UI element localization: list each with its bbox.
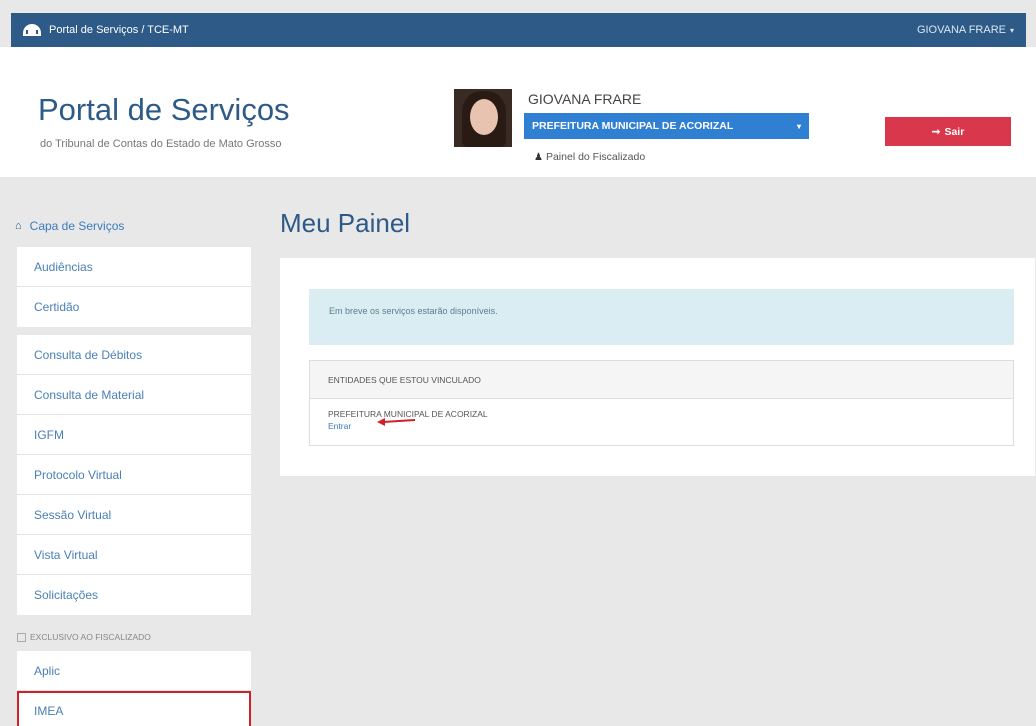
sidebar-item-label: Certidão	[34, 300, 80, 314]
sidebar-item-igfm[interactable]: IGFM	[17, 415, 251, 455]
entity-select-value: PREFEITURA MUNICIPAL DE ACORIZAL	[532, 120, 734, 132]
sidebar-item-label: Consulta de Material	[34, 387, 145, 402]
sidebar-item-label: Sessão Virtual	[34, 507, 112, 522]
menu-group-1: Audiências Certidão	[17, 247, 251, 327]
list-box-icon	[17, 632, 26, 642]
entities-table: ENTIDADES QUE ESTOU VINCULADO PREFEITURA…	[309, 360, 1014, 446]
info-alert: Em breve os serviços estarão disponíveis…	[309, 289, 1014, 345]
building-logo-icon	[23, 24, 41, 36]
user-menu-name: GIOVANA FRARE	[916, 24, 1006, 36]
brand-title: Portal de Serviços	[38, 92, 290, 127]
entities-header: ENTIDADES QUE ESTOU VINCULADO	[310, 361, 1013, 399]
page-title: Meu Painel	[280, 208, 411, 238]
capa-label: Capa de Serviços	[29, 219, 125, 233]
sidebar: ⌂ Capa de Serviços Audiências Certidão C…	[15, 205, 251, 726]
sidebar-item-aplic[interactable]: Aplic	[17, 651, 251, 691]
painel-fiscalizado-link[interactable]: ♟ Painel do Fiscalizado	[534, 151, 645, 163]
user-name: GIOVANA FRARE	[528, 91, 642, 107]
sidebar-item-label: IGFM	[34, 427, 64, 442]
sidebar-item-solicitacoes[interactable]: Solicitações	[17, 575, 251, 615]
sidebar-item-certidao[interactable]: Certidão	[17, 287, 251, 327]
sidebar-item-label: Aplic	[34, 663, 61, 678]
brand-subtitle: do Tribunal de Contas do Estado de Mato …	[40, 138, 282, 150]
sidebar-item-label: Vista Virtual	[34, 547, 98, 562]
exclusive-section-header: EXCLUSIVO AO FISCALIZADO	[17, 623, 251, 651]
navbar-brand[interactable]: Portal de Serviços / TCE-MT	[23, 24, 189, 36]
chevron-down-icon: ▾	[796, 121, 801, 131]
sidebar-item-label: Audiências	[34, 259, 93, 274]
sidebar-item-consulta-debitos[interactable]: Consulta de Débitos	[17, 335, 251, 375]
menu-group-3: Aplic IMEA	[17, 651, 251, 726]
sidebar-item-consulta-material[interactable]: Consulta de Material	[17, 375, 251, 415]
menu-group-2: Consulta de Débitos Consulta de Material…	[17, 335, 251, 615]
chevron-down-icon: ▾	[1009, 25, 1014, 35]
sidebar-item-label: Solicitações	[34, 588, 99, 602]
navbar-title: Portal de Serviços / TCE-MT	[49, 24, 189, 36]
capa-servicos-link[interactable]: ⌂ Capa de Serviços	[15, 205, 251, 247]
user-menu-dropdown[interactable]: GIOVANA FRARE ▾	[917, 24, 1014, 36]
painel-link-label: Painel do Fiscalizado	[545, 151, 646, 163]
users-icon: ♟	[534, 151, 543, 163]
sidebar-item-label: IMEA	[34, 704, 64, 718]
logout-button[interactable]: ➞ Sair	[885, 117, 1011, 146]
exclusive-label: EXCLUSIVO AO FISCALIZADO	[30, 632, 151, 642]
home-icon: ⌂	[15, 220, 22, 232]
sidebar-item-imea[interactable]: IMEA	[17, 691, 251, 726]
sidebar-item-vista-virtual[interactable]: Vista Virtual	[17, 535, 251, 575]
logout-label: Sair	[944, 125, 965, 138]
enter-link[interactable]: Entrar	[328, 421, 1013, 431]
top-navbar: Portal de Serviços / TCE-MT GIOVANA FRAR…	[11, 13, 1026, 47]
arrow-left-icon	[377, 418, 416, 426]
avatar	[454, 89, 512, 147]
entity-select[interactable]: PREFEITURA MUNICIPAL DE ACORIZAL ▾	[524, 113, 809, 139]
sidebar-item-label: Protocolo Virtual	[34, 467, 122, 482]
sign-out-icon: ➞	[931, 125, 941, 138]
sidebar-item-audiencias[interactable]: Audiências	[17, 247, 251, 287]
sidebar-item-label: Consulta de Débitos	[34, 347, 143, 362]
dashboard-panel: Em breve os serviços estarão disponíveis…	[280, 258, 1035, 476]
sidebar-item-sessao-virtual[interactable]: Sessão Virtual	[17, 495, 251, 535]
sidebar-item-protocolo-virtual[interactable]: Protocolo Virtual	[17, 455, 251, 495]
page-header: Portal de Serviços do Tribunal de Contas…	[0, 47, 1036, 177]
table-row: PREFEITURA MUNICIPAL DE ACORIZAL Entrar	[310, 399, 1013, 431]
